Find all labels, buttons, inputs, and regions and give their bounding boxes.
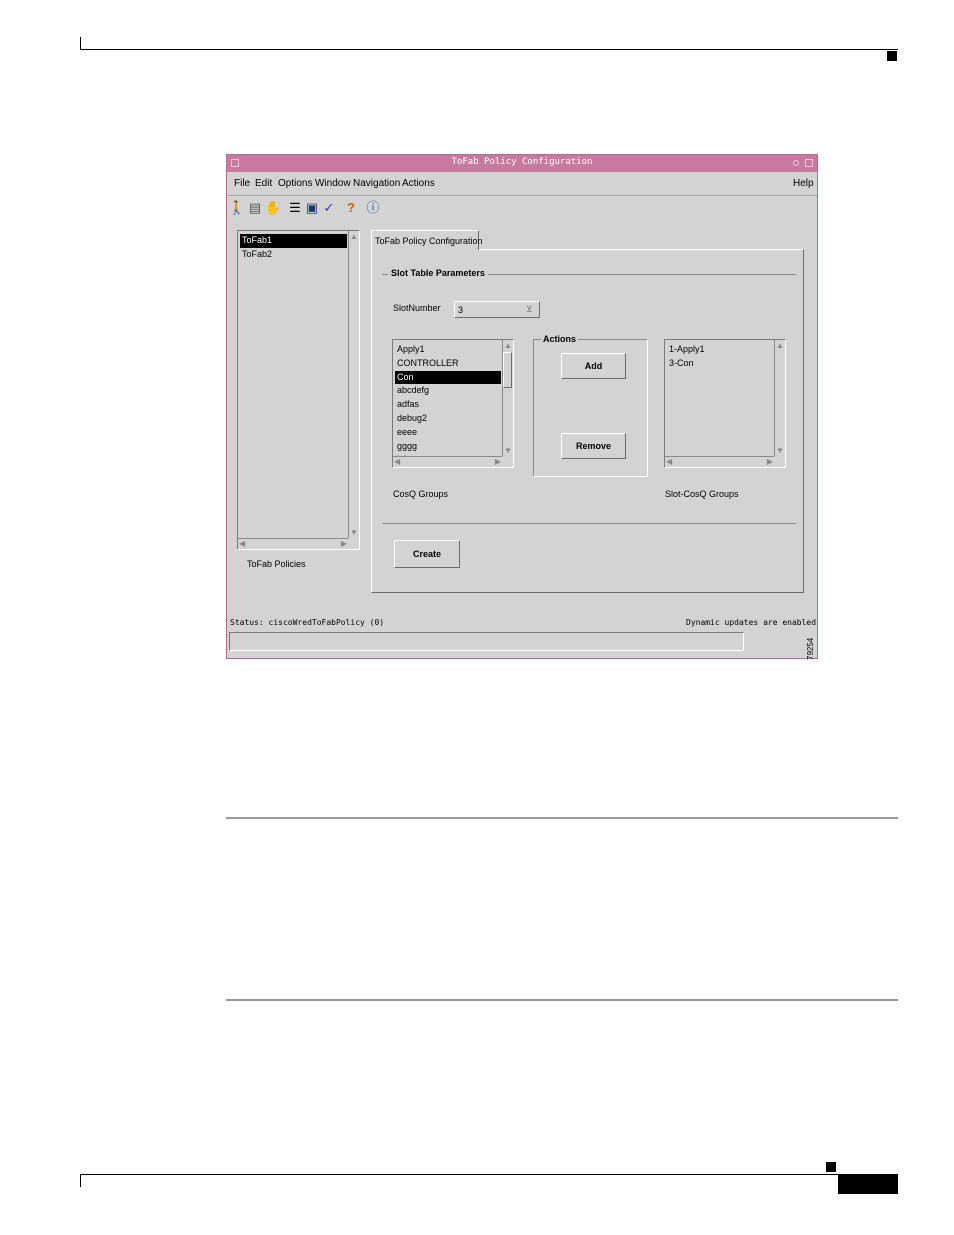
scroll-thumb[interactable] <box>503 352 512 388</box>
tab-panel: Slot Table Parameters SlotNumber 3 ⊻ App… <box>371 249 804 593</box>
list-item[interactable]: adfas <box>395 398 501 412</box>
slot-cosq-list: 1-Apply1 3-Con <box>667 343 773 371</box>
tab-config[interactable]: ToFab Policy Configuration <box>371 230 483 250</box>
status-text: Status: ciscoWredToFabPolicy (0) <box>230 618 385 627</box>
list-item[interactable]: abcdefg <box>395 384 501 398</box>
menu-window[interactable]: Window <box>315 178 351 189</box>
scroll-down-icon[interactable]: ▼ <box>350 528 358 537</box>
print-icon[interactable]: ▤ <box>247 199 263 217</box>
list-item[interactable]: CONTROLLER <box>395 357 501 371</box>
view-icon[interactable]: ▣ <box>304 199 320 217</box>
slot-number-value: 3 <box>458 305 464 315</box>
cosq-list-box: Apply1 CONTROLLER Con abcdefg adfas debu… <box>392 339 514 468</box>
slot-number-label: SlotNumber <box>393 303 441 313</box>
footer-tick <box>80 1174 81 1187</box>
footer-marker <box>826 1162 836 1172</box>
menu-file[interactable]: File <box>234 178 250 189</box>
policies-label: ToFab Policies <box>247 559 306 569</box>
scroll-down-icon[interactable]: ▼ <box>504 446 512 455</box>
policies-vscrollbar[interactable]: ▲ ▼ <box>348 231 359 538</box>
menu-bar: File Edit Options Window Navigation Acti… <box>227 173 817 196</box>
slot-number-select[interactable]: 3 ⊻ <box>454 301 540 318</box>
list-item[interactable]: gggg <box>395 440 501 454</box>
toolbar: 🚶 ▤ ✋ ☰ ▣ ✓ ? ⓘ <box>227 197 817 223</box>
maximize-icon[interactable] <box>805 159 813 167</box>
create-button[interactable]: Create <box>394 540 460 568</box>
scroll-right-icon[interactable]: ▶ <box>341 539 347 548</box>
slot-cosq-hscrollbar[interactable]: ◀ ▶ <box>665 456 774 467</box>
scroll-right-icon[interactable]: ▶ <box>767 457 773 466</box>
info-icon[interactable]: ⓘ <box>365 199 381 217</box>
list-item[interactable]: 1-Apply1 <box>667 343 773 357</box>
slot-cosq-list-box: 1-Apply1 3-Con ▲ ▼ ◀ ▶ <box>664 339 786 468</box>
policies-list-box: ToFab1 ToFab2 ▲ ▼ ◀ ▶ <box>237 230 360 550</box>
chevron-down-icon: ⊻ <box>526 304 533 314</box>
list-item[interactable]: debug2 <box>395 412 501 426</box>
header-marker <box>887 51 897 61</box>
scroll-left-icon[interactable]: ◀ <box>394 457 400 466</box>
menu-navigation[interactable]: Navigation <box>353 178 400 189</box>
scroll-up-icon[interactable]: ▲ <box>350 232 358 241</box>
section-rule-2 <box>226 999 898 1001</box>
scroll-left-icon[interactable]: ◀ <box>666 457 672 466</box>
list-item[interactable]: eeee <box>395 426 501 440</box>
list-icon[interactable]: ☰ <box>287 199 303 217</box>
dynamic-updates-text: Dynamic updates are enabled <box>686 618 817 627</box>
slot-cosq-groups-label: Slot-CosQ Groups <box>665 489 739 499</box>
policies-list: ToFab1 ToFab2 <box>240 234 347 262</box>
app-window: ToFab Policy Configuration File Edit Opt… <box>226 154 818 659</box>
page-number-tab <box>838 1175 898 1194</box>
title-bar[interactable]: ToFab Policy Configuration <box>227 155 817 172</box>
window-title: ToFab Policy Configuration <box>451 157 593 167</box>
tab-config-label: ToFab Policy Configuration <box>375 236 483 246</box>
check-icon[interactable]: ✓ <box>321 199 337 217</box>
menu-actions[interactable]: Actions <box>402 178 435 189</box>
scroll-left-icon[interactable]: ◀ <box>239 539 245 548</box>
scroll-down-icon[interactable]: ▼ <box>776 446 784 455</box>
list-item[interactable]: ToFab1 <box>240 234 347 248</box>
cosq-vscrollbar[interactable]: ▲ ▼ <box>502 340 513 456</box>
actions-legend: Actions <box>541 334 579 344</box>
slot-cosq-vscrollbar[interactable]: ▲ ▼ <box>774 340 785 456</box>
list-item[interactable]: Apply1 <box>395 343 501 357</box>
minimize-icon[interactable] <box>793 160 799 166</box>
actions-group: Actions Add Remove <box>533 334 648 477</box>
menu-help[interactable]: Help <box>793 178 814 189</box>
footer-rule <box>80 1174 898 1175</box>
header-tick <box>80 37 81 50</box>
slot-table-group: Slot Table Parameters SlotNumber 3 ⊻ App… <box>382 268 796 524</box>
status-progress-bar <box>229 632 744 651</box>
menu-options[interactable]: Options <box>278 178 312 189</box>
cosq-hscrollbar[interactable]: ◀ ▶ <box>393 456 502 467</box>
scroll-up-icon[interactable]: ▲ <box>776 341 784 350</box>
open-icon[interactable]: ✋ <box>265 199 281 217</box>
exit-icon[interactable]: 🚶 <box>229 199 245 217</box>
cosq-groups-label: CosQ Groups <box>393 489 449 499</box>
cosq-list: Apply1 CONTROLLER Con abcdefg adfas debu… <box>395 343 501 467</box>
scroll-up-icon[interactable]: ▲ <box>504 341 512 350</box>
list-item[interactable]: ToFab2 <box>240 248 347 262</box>
slot-table-legend: Slot Table Parameters <box>388 268 488 278</box>
menu-edit[interactable]: Edit <box>255 178 272 189</box>
list-item[interactable]: 3-Con <box>667 357 773 371</box>
help-icon[interactable]: ? <box>343 199 359 217</box>
figure-number: 79254 <box>806 637 815 660</box>
list-item[interactable]: Con <box>395 370 501 385</box>
add-button[interactable]: Add <box>561 353 626 379</box>
remove-button[interactable]: Remove <box>561 433 626 459</box>
section-rule-1 <box>226 817 898 819</box>
policies-hscrollbar[interactable]: ◀ ▶ <box>238 538 348 549</box>
header-rule <box>80 49 898 50</box>
scroll-right-icon[interactable]: ▶ <box>495 457 501 466</box>
